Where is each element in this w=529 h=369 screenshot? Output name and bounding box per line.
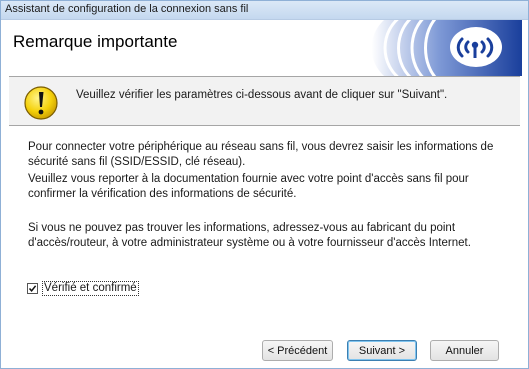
wizard-window: Assistant de configuration de la connexi…: [0, 0, 529, 369]
next-button[interactable]: Suivant >: [347, 340, 417, 361]
back-button[interactable]: < Précédent: [262, 340, 333, 361]
warning-icon: [24, 86, 58, 120]
notice-panel: Veuillez vérifier les paramètres ci-dess…: [9, 77, 520, 125]
confirm-checkbox-row[interactable]: Vérifié et confirmé: [27, 280, 139, 296]
window-title: Assistant de configuration de la connexi…: [5, 3, 249, 15]
body-divider: [9, 125, 520, 126]
confirm-checkbox[interactable]: [27, 282, 38, 294]
info-paragraph-2: Veuillez vous reporter à la documentatio…: [28, 173, 469, 200]
page-title: Remarque importante: [13, 32, 178, 51]
confirm-checkbox-label[interactable]: Vérifié et confirmé: [42, 280, 139, 296]
cancel-button[interactable]: Annuler: [430, 340, 499, 361]
header-panel: Remarque importante: [9, 20, 522, 76]
notice-message: Veuillez vérifier les paramètres ci-dess…: [76, 89, 448, 101]
checkmark-icon: [28, 284, 37, 292]
wifi-signal-icon: [351, 20, 522, 76]
info-paragraph-1: Pour connecter votre périphérique au rés…: [28, 141, 494, 168]
title-bar[interactable]: Assistant de configuration de la connexi…: [1, 1, 528, 20]
info-paragraph-3: Si vous ne pouvez pas trouver les inform…: [28, 222, 471, 249]
